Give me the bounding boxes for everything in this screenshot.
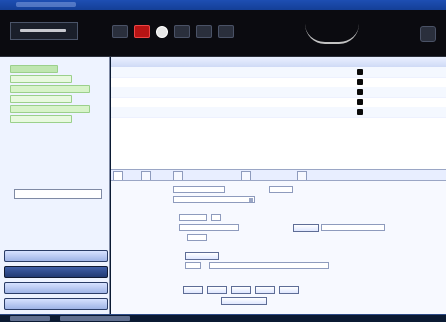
status-dot xyxy=(357,109,363,115)
option-button[interactable] xyxy=(183,286,203,294)
option-button[interactable] xyxy=(279,286,299,294)
tree-node[interactable] xyxy=(10,105,90,113)
field-input[interactable] xyxy=(173,186,225,193)
field-select[interactable] xyxy=(173,196,255,203)
field-input[interactable] xyxy=(179,214,207,221)
sidebar-tab-3[interactable] xyxy=(4,282,108,294)
left-sidebar xyxy=(0,57,110,322)
nav-icon-2[interactable] xyxy=(134,25,150,38)
app-logo xyxy=(10,22,78,40)
table-header-cell[interactable] xyxy=(115,59,135,65)
nav-icon-bar xyxy=(112,25,234,38)
table-header-cell[interactable] xyxy=(277,59,307,65)
status-segment xyxy=(10,316,50,321)
brand-swoosh xyxy=(305,24,359,44)
tree-node[interactable] xyxy=(10,85,90,93)
table-header-cell[interactable] xyxy=(353,59,371,65)
main-panel xyxy=(111,57,446,322)
table-header-cell[interactable] xyxy=(205,59,255,65)
nav-icon-3[interactable] xyxy=(156,25,168,38)
nav-icon-1[interactable] xyxy=(112,25,128,38)
details-form xyxy=(111,181,446,322)
records-table xyxy=(111,57,446,170)
window-title xyxy=(16,2,76,7)
table-header-cell[interactable] xyxy=(321,59,345,65)
status-dot xyxy=(357,79,363,85)
tab-3[interactable] xyxy=(173,171,183,180)
status-bar xyxy=(0,314,446,322)
tab-5[interactable] xyxy=(297,171,307,180)
nav-icon-4[interactable] xyxy=(174,25,190,38)
sidebar-tab-2[interactable] xyxy=(4,266,108,278)
tree-root[interactable] xyxy=(10,65,58,73)
table-empty-area xyxy=(111,119,446,168)
sidebar-tab-4[interactable] xyxy=(4,298,108,310)
tab-4[interactable] xyxy=(241,171,251,180)
option-button[interactable] xyxy=(255,286,275,294)
top-navigation xyxy=(0,10,446,57)
topbar-action-button[interactable] xyxy=(420,26,436,42)
tab-1[interactable] xyxy=(113,171,123,180)
status-dot xyxy=(357,89,363,95)
sidebar-tab-1[interactable] xyxy=(4,250,108,262)
option-button[interactable] xyxy=(231,286,251,294)
field-input[interactable] xyxy=(179,224,239,231)
tree-node[interactable] xyxy=(10,75,72,83)
field-input[interactable] xyxy=(269,186,293,193)
navigation-tree xyxy=(10,63,102,185)
tree-node[interactable] xyxy=(10,115,72,123)
field-picker-icon[interactable] xyxy=(211,214,221,221)
sidebar-info-box xyxy=(14,189,102,199)
status-dot xyxy=(357,99,363,105)
lookup-button[interactable] xyxy=(293,224,319,232)
field-input[interactable] xyxy=(187,234,207,241)
option-button[interactable] xyxy=(207,286,227,294)
field-input[interactable] xyxy=(321,224,385,231)
table-header-cell[interactable] xyxy=(145,59,185,65)
table-header-cell[interactable] xyxy=(375,59,395,65)
status-segment xyxy=(60,316,130,321)
tree-node[interactable] xyxy=(10,95,72,103)
nav-icon-6[interactable] xyxy=(218,25,234,38)
action-button[interactable] xyxy=(185,252,219,260)
sidebar-tabs xyxy=(4,246,108,310)
nav-icon-5[interactable] xyxy=(196,25,212,38)
table-row[interactable] xyxy=(111,107,446,118)
primary-action-button[interactable] xyxy=(221,297,267,305)
tab-2[interactable] xyxy=(141,171,151,180)
table-header-cell[interactable] xyxy=(403,59,443,65)
field-input[interactable] xyxy=(185,262,201,269)
field-input[interactable] xyxy=(209,262,329,269)
status-dot xyxy=(357,69,363,75)
details-tabs xyxy=(111,170,446,181)
